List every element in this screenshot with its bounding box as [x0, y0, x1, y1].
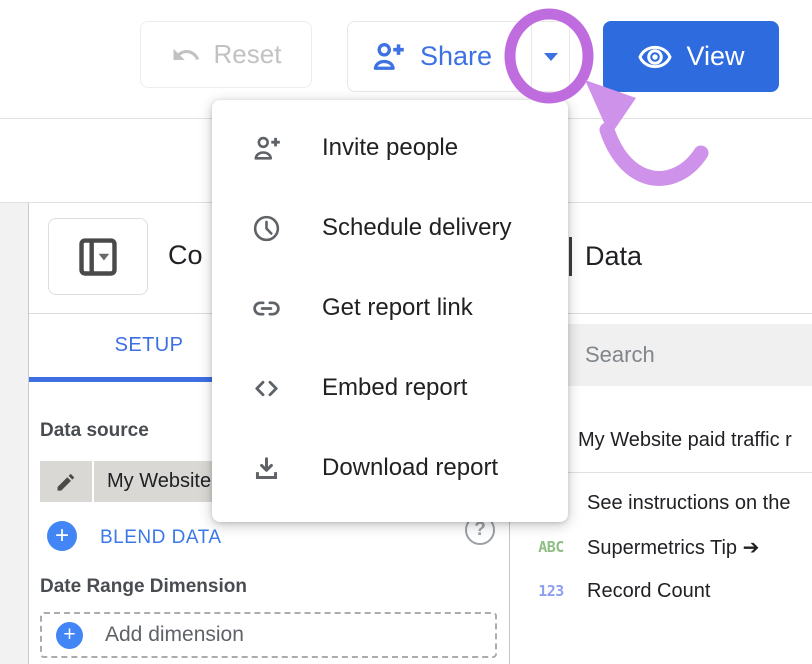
report-canvas-edge	[0, 203, 29, 664]
reset-label: Reset	[214, 39, 282, 70]
setup-tab-label: SETUP	[115, 334, 184, 357]
menu-item-label: Download report	[322, 454, 498, 482]
eye-icon	[637, 39, 673, 75]
blend-plus-icon: +	[47, 521, 77, 551]
search-placeholder: Search	[585, 342, 655, 368]
menu-item-get-report-link[interactable]: Get report link	[212, 268, 568, 348]
pencil-icon	[53, 469, 79, 495]
chart-type-icon	[75, 234, 121, 280]
field-label: Record Count	[587, 580, 710, 603]
field-row[interactable]: 123 Record Count	[510, 569, 812, 613]
add-dimension-plus-icon: +	[56, 622, 83, 649]
add-dimension-label: Add dimension	[105, 623, 244, 647]
link-icon	[250, 293, 282, 324]
blend-data-button[interactable]: BLEND DATA	[100, 527, 222, 549]
view-button[interactable]: View	[603, 21, 779, 92]
view-label: View	[686, 41, 744, 72]
share-dropdown-toggle[interactable]	[532, 22, 570, 91]
person-add-icon	[250, 133, 282, 164]
add-dimension-dropzone[interactable]: + Add dimension	[40, 612, 497, 658]
person-add-icon	[370, 39, 406, 75]
chart-type-button[interactable]	[48, 218, 148, 295]
menu-item-label: Embed report	[322, 374, 467, 402]
menu-item-label: Get report link	[322, 294, 473, 322]
date-range-dimension-label: Date Range Dimension	[40, 576, 247, 598]
clock-icon	[250, 213, 282, 244]
menu-item-label: Schedule delivery	[322, 214, 511, 242]
code-icon	[250, 373, 282, 404]
share-button[interactable]: Share	[347, 21, 570, 92]
data-panel-header-divider	[569, 237, 572, 276]
field-label: See instructions on the	[587, 492, 790, 515]
menu-item-download-report[interactable]: Download report	[212, 428, 568, 508]
looker-studio-editor: Reset Share View Co S	[0, 0, 812, 664]
edit-data-source-button[interactable]	[40, 461, 92, 502]
data-panel-title: Data	[585, 241, 642, 272]
field-label: Supermetrics Tip ➔	[587, 535, 759, 560]
download-icon	[250, 453, 282, 484]
dimension-type-icon: ABC	[534, 538, 568, 556]
undo-icon	[171, 40, 201, 70]
share-label: Share	[420, 41, 492, 72]
chart-type-name: Co	[168, 240, 203, 271]
data-source-label: Data source	[40, 420, 149, 442]
menu-item-embed-report[interactable]: Embed report	[212, 348, 568, 428]
field-row[interactable]: ABC Supermetrics Tip ➔	[510, 525, 812, 569]
metric-type-icon: 123	[534, 582, 568, 600]
share-dropdown-menu: Invite people Schedule delivery Get repo…	[212, 100, 568, 522]
menu-item-label: Invite people	[322, 134, 458, 162]
chevron-down-icon	[544, 53, 558, 61]
menu-item-schedule-delivery[interactable]: Schedule delivery	[212, 188, 568, 268]
annotation-arrow-tail	[607, 130, 701, 178]
menu-item-invite-people[interactable]: Invite people	[212, 108, 568, 188]
reset-button[interactable]: Reset	[140, 21, 312, 88]
data-source-name-row[interactable]: My Website paid traffic r	[578, 429, 792, 452]
